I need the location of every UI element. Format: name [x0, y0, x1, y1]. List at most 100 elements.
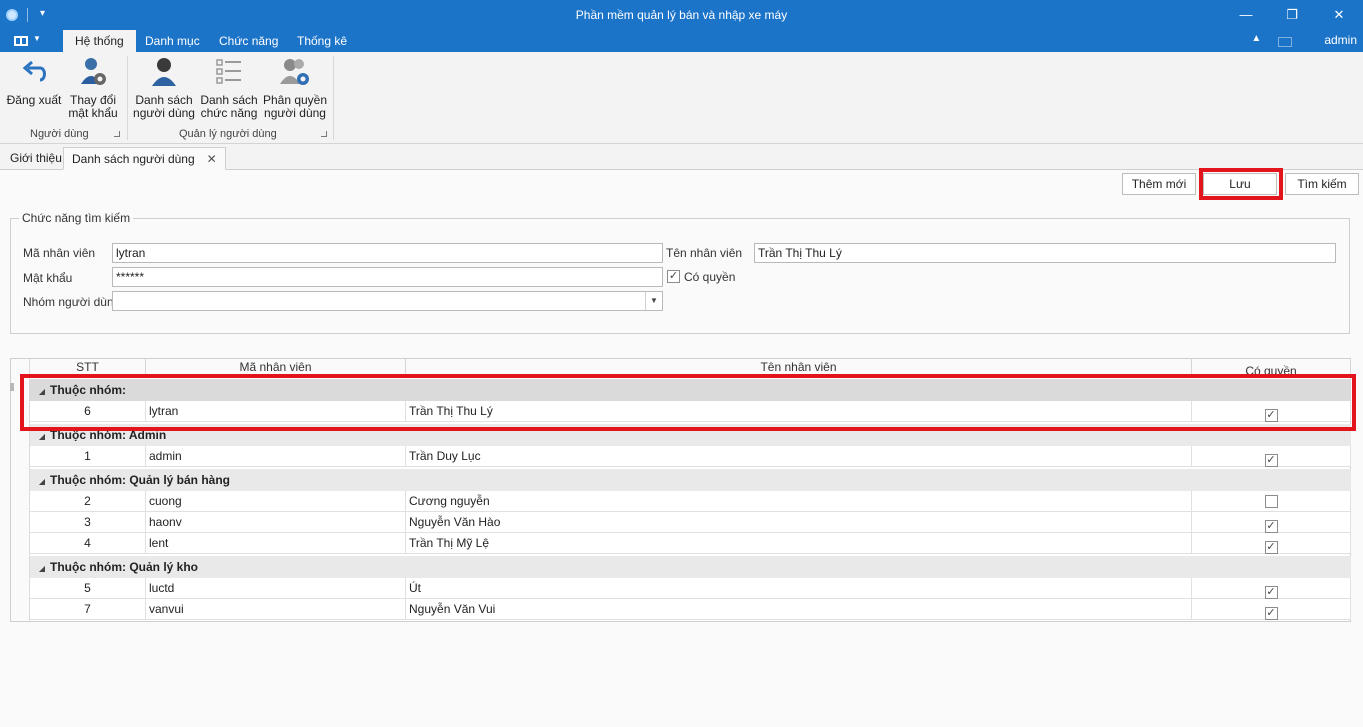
cell-employee-id[interactable]: haonv	[146, 512, 406, 533]
permission-checkbox[interactable]: ✓	[1264, 586, 1278, 599]
permission-checkbox[interactable]: ✓	[1264, 541, 1278, 554]
change-password-button[interactable]: Thay đổi mật khẩu	[64, 56, 122, 120]
book-icon	[14, 36, 28, 46]
maximize-button[interactable]: ❐	[1282, 6, 1302, 24]
cell-employee-name[interactable]: Trần Thị Mỹ Lệ	[406, 533, 1192, 554]
has-permission-label: Có quyền	[684, 270, 736, 284]
cell-employee-id[interactable]: cuong	[146, 491, 406, 512]
user-card-icon	[1278, 37, 1293, 47]
user-permission-button[interactable]: Phân quyền người dùng	[262, 56, 328, 120]
group-separator	[127, 56, 128, 140]
group-row[interactable]: ◢ Thuộc nhóm:	[30, 379, 1351, 401]
group-row[interactable]: ◢ Thuộc nhóm: Quản lý bán hàng	[30, 469, 1351, 491]
doc-tab-gioi-thieu[interactable]: Giới thiệu	[2, 147, 70, 170]
cell-stt[interactable]: 4	[30, 533, 146, 554]
group-separator	[333, 56, 334, 140]
group-launcher-icon[interactable]	[321, 131, 327, 137]
list-icon	[213, 56, 245, 88]
doc-tab-label: Danh sách người dùng	[72, 152, 195, 166]
cell-employee-name[interactable]: Nguyễn Văn Hào	[406, 512, 1192, 533]
tab-he-thong[interactable]: Hệ thống	[63, 30, 136, 52]
tab-thong-ke[interactable]: Thống kê	[285, 30, 359, 52]
save-button[interactable]: Lưu	[1203, 173, 1277, 195]
permission-checkbox[interactable]: ✓	[1264, 409, 1278, 422]
doc-tab-label: Giới thiệu	[10, 151, 62, 165]
ribbon-panel: Đăng xuất Thay đổi mật khẩu Người dùng D…	[0, 52, 1363, 144]
function-list-button[interactable]: Danh sách chức năng	[199, 56, 259, 120]
search-button[interactable]: Tìm kiếm	[1285, 173, 1359, 195]
column-header-stt[interactable]: STT	[30, 359, 146, 376]
employee-name-input[interactable]: Trần Thị Thu Lý	[754, 243, 1336, 263]
user-list-button[interactable]: Danh sách người dùng	[133, 56, 195, 120]
cell-stt[interactable]: 3	[30, 512, 146, 533]
dropdown-icon[interactable]: ▼	[645, 292, 662, 310]
employee-id-label: Mã nhân viên	[23, 246, 96, 260]
chevron-down-icon: ▼	[33, 34, 41, 43]
logout-button[interactable]: Đăng xuất	[6, 56, 62, 107]
content-panel: Thêm mới Lưu Tìm kiếm Chức năng tìm kiếm…	[0, 168, 1363, 727]
password-input[interactable]: ******	[112, 267, 663, 287]
group-row[interactable]: ◢ Thuộc nhóm: Admin	[30, 424, 1351, 446]
permission-checkbox[interactable]: ✓	[1264, 607, 1278, 620]
group-row-label: Thuộc nhóm: Quản lý kho	[50, 560, 198, 574]
close-tab-icon[interactable]: ✕	[207, 152, 217, 166]
close-button[interactable]: ✕	[1329, 6, 1349, 24]
cell-employee-id[interactable]: admin	[146, 446, 406, 467]
collapse-ribbon-icon[interactable]: ▲	[1251, 33, 1261, 44]
group-row[interactable]: ◢ Thuộc nhóm: Quản lý kho	[30, 556, 1351, 578]
cell-stt[interactable]: 1	[30, 446, 146, 467]
cell-employee-name[interactable]: Trần Duy Lục	[406, 446, 1192, 467]
row-focus-marker	[10, 383, 14, 391]
cell-employee-id[interactable]: lent	[146, 533, 406, 554]
user-grid: STT Mã nhân viên Tên nhân viên Có quyền …	[10, 358, 1351, 622]
cell-permission[interactable]: ✓	[1192, 599, 1351, 620]
doc-tab-danh-sach-nguoi-dung[interactable]: Danh sách người dùng ✕	[63, 147, 226, 170]
user-group-select[interactable]: ▼	[112, 291, 663, 311]
cell-employee-name[interactable]: Cương nguyễn	[406, 491, 1192, 512]
cell-stt[interactable]: 7	[30, 599, 146, 620]
current-user[interactable]: admin	[1324, 33, 1357, 47]
permission-checkbox[interactable]	[1264, 495, 1278, 508]
collapse-triangle-icon[interactable]: ◢	[34, 426, 50, 448]
cell-permission[interactable]: ✓	[1192, 533, 1351, 554]
cell-employee-name[interactable]: Trần Thị Thu Lý	[406, 401, 1192, 422]
minimize-button[interactable]: —	[1236, 6, 1256, 24]
logout-label: Đăng xuất	[6, 93, 62, 107]
permission-checkbox[interactable]: ✓	[1264, 454, 1278, 467]
cell-employee-id[interactable]: vanvui	[146, 599, 406, 620]
cell-permission[interactable]: ✓	[1192, 401, 1351, 422]
tab-chuc-nang[interactable]: Chức năng	[207, 30, 290, 52]
cell-stt[interactable]: 2	[30, 491, 146, 512]
cell-employee-id[interactable]: lytran	[146, 401, 406, 422]
group-label-nguoi-dung: Người dùng	[30, 128, 89, 140]
app-menu-button[interactable]: ▼	[14, 34, 42, 48]
cell-permission[interactable]: ✓	[1192, 578, 1351, 599]
user-icon	[148, 56, 180, 88]
tab-danh-muc[interactable]: Danh mục	[133, 30, 212, 52]
search-groupbox: Chức năng tìm kiếm Mã nhân viên lytran T…	[10, 211, 1350, 334]
collapse-triangle-icon[interactable]: ◢	[34, 381, 50, 403]
cell-stt[interactable]: 6	[30, 401, 146, 422]
user-permission-label-2: người dùng	[264, 106, 326, 120]
row-indicator-column	[11, 359, 30, 621]
add-new-button[interactable]: Thêm mới	[1122, 173, 1196, 195]
cell-employee-id[interactable]: luctd	[146, 578, 406, 599]
column-header-employee-id[interactable]: Mã nhân viên	[146, 359, 406, 376]
cell-employee-name[interactable]: Út	[406, 578, 1192, 599]
document-tab-bar: Giới thiệu Danh sách người dùng ✕	[0, 146, 1363, 170]
permission-checkbox[interactable]: ✓	[1264, 520, 1278, 533]
employee-id-input[interactable]: lytran	[112, 243, 663, 263]
cell-permission[interactable]: ✓	[1192, 512, 1351, 533]
has-permission-checkbox[interactable]: ✓	[667, 270, 680, 283]
column-header-permission[interactable]: Có quyền	[1192, 359, 1351, 378]
window-title: Phần mềm quản lý bán và nhập xe máy	[575, 8, 788, 22]
collapse-triangle-icon[interactable]: ◢	[34, 558, 50, 580]
cell-permission[interactable]	[1192, 491, 1351, 512]
function-list-label-2: chức năng	[200, 106, 258, 120]
group-launcher-icon[interactable]	[114, 131, 120, 137]
collapse-triangle-icon[interactable]: ◢	[34, 471, 50, 493]
cell-employee-name[interactable]: Nguyễn Văn Vui	[406, 599, 1192, 620]
cell-permission[interactable]: ✓	[1192, 446, 1351, 467]
cell-stt[interactable]: 5	[30, 578, 146, 599]
column-header-employee-name[interactable]: Tên nhân viên	[406, 359, 1192, 376]
